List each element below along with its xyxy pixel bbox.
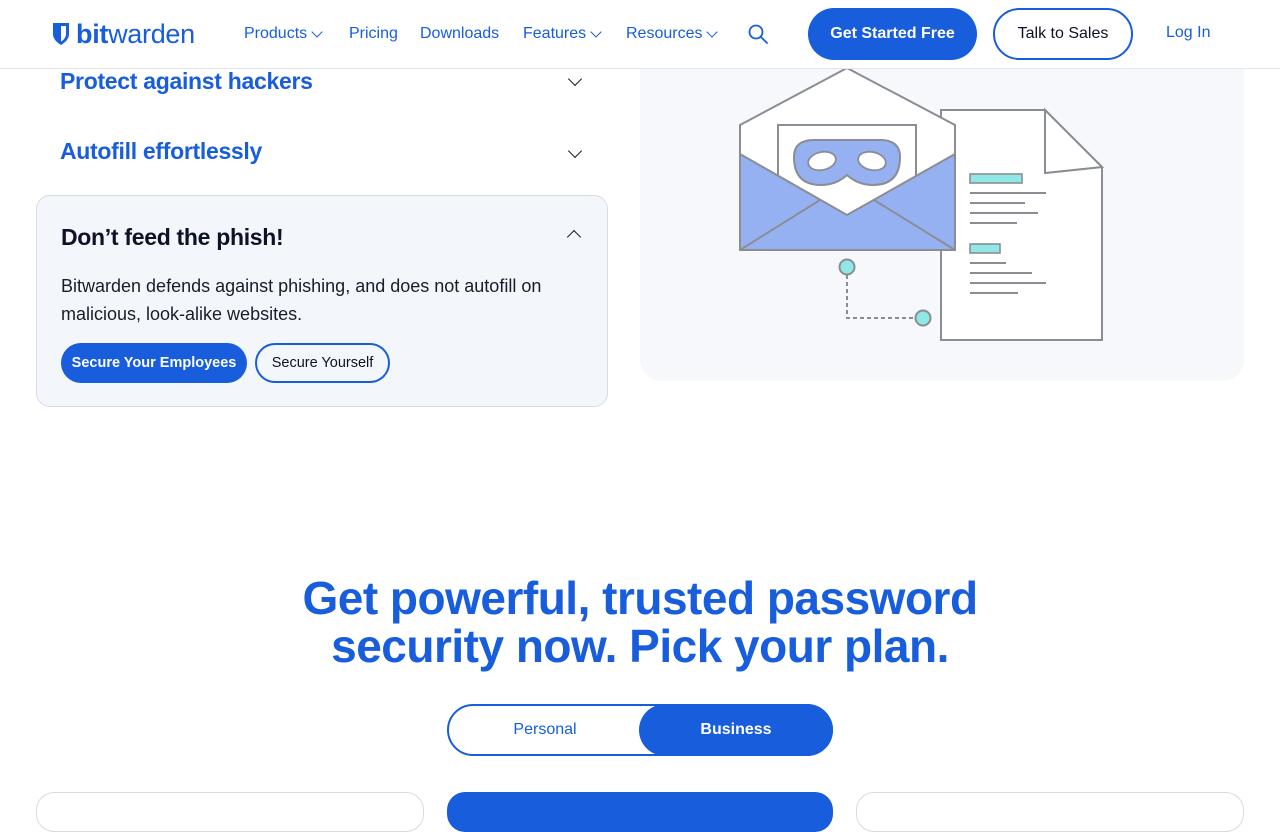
accordion-item-protect-hackers[interactable]: Protect against hackers <box>60 68 313 95</box>
plan-toggle: Personal Business <box>447 704 833 756</box>
nav-downloads[interactable]: Downloads <box>420 24 523 44</box>
plan-heading-line2: security now. Pick your plan. <box>331 620 949 672</box>
plan-card <box>856 792 1244 832</box>
illustration-panel <box>640 40 1244 381</box>
toggle-business[interactable]: Business <box>639 704 833 756</box>
nav-downloads-label: Downloads <box>420 25 500 42</box>
get-started-free-button[interactable]: Get Started Free <box>808 8 977 60</box>
chevron-up-icon[interactable] <box>566 229 582 245</box>
chevron-down-icon[interactable] <box>567 143 583 159</box>
chevron-down-icon <box>590 25 602 38</box>
search-icon[interactable] <box>748 24 768 44</box>
nav-pricing[interactable]: Pricing <box>349 24 420 44</box>
site-header: bitwarden Products Pricing Downloads Fea… <box>0 0 1280 69</box>
accordion-item-phishing-expanded: Don’t feed the phish! Bitwarden defends … <box>36 195 608 407</box>
nav-features-label: Features <box>523 25 587 42</box>
logo-wordmark-bold: bit <box>76 19 109 49</box>
nav-resources-label: Resources <box>626 25 703 42</box>
shield-logo-icon <box>53 23 69 45</box>
plan-card <box>36 792 424 832</box>
toggle-personal[interactable]: Personal <box>449 706 641 754</box>
plan-card-featured <box>447 792 833 832</box>
plan-heading-line1: Get powerful, trusted password <box>302 572 978 624</box>
main-nav: Products Pricing Downloads Features Reso… <box>244 24 726 44</box>
accordion-item-autofill[interactable]: Autofill effortlessly <box>60 138 262 165</box>
talk-to-sales-button[interactable]: Talk to Sales <box>993 8 1133 60</box>
nav-resources[interactable]: Resources <box>626 24 726 44</box>
plan-heading: Get powerful, trusted password security … <box>0 574 1280 670</box>
secure-your-employees-button[interactable]: Secure Your Employees <box>61 343 247 383</box>
chevron-down-icon <box>311 25 323 38</box>
chevron-down-icon[interactable] <box>567 71 583 87</box>
logo-wordmark: bitwarden <box>76 20 195 48</box>
nav-pricing-label: Pricing <box>349 25 398 42</box>
nav-products[interactable]: Products <box>244 24 349 44</box>
chevron-down-icon <box>706 25 719 38</box>
accordion-open-body: Bitwarden defends against phishing, and … <box>61 276 542 324</box>
logo-wordmark-light: warden <box>108 19 195 49</box>
accordion-open-title[interactable]: Don’t feed the phish! <box>61 224 284 251</box>
secure-yourself-button[interactable]: Secure Yourself <box>255 343 390 383</box>
bitwarden-logo[interactable]: bitwarden <box>52 20 195 48</box>
phishing-envelope-illustration <box>739 66 1105 341</box>
nav-features[interactable]: Features <box>523 24 626 44</box>
login-link[interactable]: Log In <box>1166 24 1210 42</box>
nav-products-label: Products <box>244 25 308 42</box>
